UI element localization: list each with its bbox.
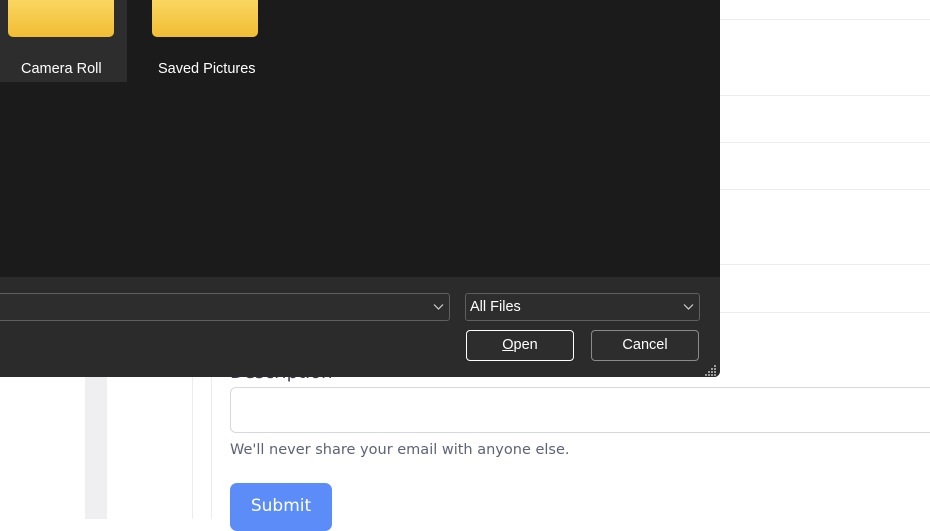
chevron-down-icon [433,304,444,310]
folder-icon [8,0,114,37]
folder-item-saved-pictures[interactable]: Saved Pictures [140,0,271,82]
chevron-down-icon [683,304,694,310]
dialog-footer [0,277,720,377]
access-key: O [502,337,514,353]
folder-icon [152,0,258,37]
help-text: We'll never share your email with anyone… [230,442,570,458]
description-input[interactable] [230,387,930,433]
cancel-button[interactable]: Cancel [591,330,699,361]
filetype-select[interactable]: All Files [465,293,700,321]
folder-item-camera-roll[interactable]: Camera Roll [0,0,127,82]
page-row-divider [720,95,930,96]
folder-label: Camera Roll [21,61,102,77]
resize-grip-icon[interactable] [705,364,717,376]
open-button[interactable]: Open [466,330,574,361]
page-row-divider [720,264,930,265]
filename-combobox[interactable] [0,293,450,321]
file-list: Camera Roll Saved Pictures [0,0,720,277]
page-row-divider [720,19,930,20]
folder-label: Saved Pictures [158,61,256,77]
page-row-divider [720,189,930,190]
page-row-divider [720,142,930,143]
submit-button[interactable]: Submit [230,483,332,531]
filetype-value: All Files [470,299,521,315]
file-open-dialog: Camera Roll Saved Pictures All Files Ope… [0,0,720,377]
page-row-divider [720,312,930,313]
open-label: Open [502,337,538,353]
